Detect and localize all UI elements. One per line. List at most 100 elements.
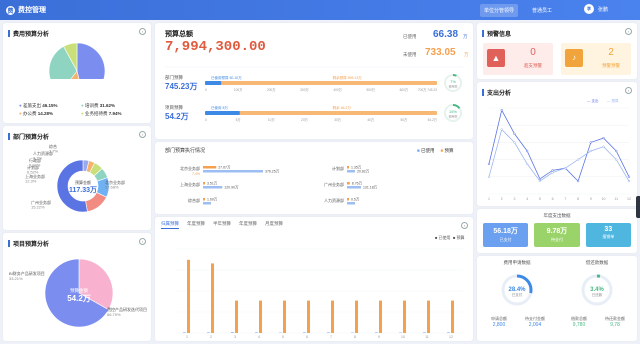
donut-slice-6 xyxy=(56,159,88,213)
stat-card-reports[interactable]: 33 报销单 xyxy=(585,223,631,247)
stat-card-pending[interactable]: 9.78万 待支付 xyxy=(534,223,580,247)
dept-exec-name: 人力资源部 xyxy=(324,197,344,203)
line-point xyxy=(602,136,605,140)
budget-row-tick: 300万 xyxy=(300,88,309,92)
expense-line-chart: — 支出 — 预算1 2 3 4 5 6 7 8 9 10 11 12 xyxy=(487,98,631,201)
side-drawer-handle[interactable] xyxy=(636,196,640,218)
line-point xyxy=(500,109,503,112)
line-legend-budget: — 预算 xyxy=(607,98,619,103)
line-legend-expense: — 支出 xyxy=(587,98,599,103)
budget-row-tick: 10万 xyxy=(268,118,275,122)
annual-expense-panel: 年度支出数据 56.18万 已支付 9.78万 待支付 33 报销单 xyxy=(477,209,637,253)
line-point xyxy=(602,145,605,148)
dept-exec-budget-label: 20.82万 xyxy=(357,170,370,174)
budget-row-tick: 100万 xyxy=(234,88,243,92)
annual-expense-title: 年度支出数据 xyxy=(543,213,571,218)
line-point xyxy=(576,179,580,183)
legend-item: ● 培训费 31.62% xyxy=(81,103,116,108)
x-tick: 3 xyxy=(513,197,515,201)
x-tick: 11 xyxy=(425,335,429,339)
dept-budget-donut: 综合3.7%人力资源部3.7%行政部5.84%计划部6.52%上海业务部12.3… xyxy=(25,143,125,213)
dept-exec-used-bar xyxy=(203,182,205,185)
x-tick: 1 xyxy=(488,197,490,201)
dept-exec-used-bar xyxy=(347,182,350,185)
budget-total-panel: 预算总额 7,994,300.00 已使用 66.38 万 未使用 733.05… xyxy=(155,23,473,139)
ring-label: 已支付 xyxy=(512,292,523,297)
budget-row-tick: 500万 xyxy=(366,88,375,92)
x-tick: 2 xyxy=(501,197,503,201)
bar-budget xyxy=(379,300,382,333)
bar-budget xyxy=(403,300,406,333)
nav-item-leader[interactable]: 单位分管领导 xyxy=(480,3,519,17)
x-tick: 12 xyxy=(627,197,631,201)
warning-card-overrun[interactable]: ▲ 0 超支预警 xyxy=(483,43,553,75)
budget-row-tick: 50万 xyxy=(400,118,407,122)
pie-center-value: 54.2万 xyxy=(67,294,91,303)
x-tick: 4 xyxy=(258,335,260,339)
line-point xyxy=(500,128,503,131)
reimb-right-value: 9,78 xyxy=(610,322,620,328)
x-tick: 2 xyxy=(210,335,212,339)
dept-exec-name: 广州业务部 xyxy=(324,181,344,187)
donut-label-pct: 12.3% xyxy=(25,179,37,184)
budget-row-tick: 5万 xyxy=(236,118,241,122)
dept-exec-budget-bar xyxy=(347,186,361,189)
expense-left-value: 2,800 xyxy=(492,322,506,328)
line-point xyxy=(538,179,542,183)
more-icon[interactable]: › xyxy=(625,28,632,35)
dept-exec-budget-label: 120.90万 xyxy=(224,186,239,190)
line-point xyxy=(513,132,516,135)
budget-row-tick: 0 xyxy=(205,118,207,122)
warning-card-alert[interactable]: ♪ 2 预警预警 xyxy=(561,43,631,75)
line-point xyxy=(589,141,592,144)
monthly-legend-used: ■ 已使用 xyxy=(435,234,451,240)
line-point xyxy=(615,149,618,153)
budget-row-tick: 700万 745.23 xyxy=(418,88,437,92)
x-tick: 7 xyxy=(330,335,332,339)
x-tick: 9 xyxy=(590,197,592,201)
stat-card-paid[interactable]: 56.18万 已支付 xyxy=(483,223,529,247)
dept-exec-panel: 部门预算执行情况 ■ 已使用 ■ 预算 北京业务部 7.4% 27.67万 376.2… xyxy=(155,142,473,214)
line-point xyxy=(526,162,529,166)
bar-budget xyxy=(283,300,286,333)
line-point xyxy=(576,158,580,161)
x-tick: 4 xyxy=(526,197,528,201)
pie-center-label: 预算金额 xyxy=(70,287,88,294)
bar-budget xyxy=(235,300,238,333)
nav-item-staff[interactable]: 普通员工 xyxy=(528,4,556,17)
avatar: 李 xyxy=(584,4,594,14)
dept-exec-bars: 北京业务部7.4%27.67万376.25万计划部 1.35万20.82万上海业务… xyxy=(180,165,378,205)
budget-row-tick: 30万 xyxy=(334,118,341,122)
pie-label-pct: 66.79% xyxy=(107,312,121,317)
budget-row-used-label: 已使用预算 50.10万 xyxy=(211,75,242,80)
x-tick: 10 xyxy=(602,197,606,201)
monthly-bar-chart: ■ 已使用 ■ 预算1 2 3 4 5 6 7 8 9 10 11 12 xyxy=(175,234,465,339)
app-logo[interactable]: 费 费控管理 xyxy=(6,5,46,15)
warning-label: 超支预警 xyxy=(524,63,542,68)
x-tick: 3 xyxy=(234,335,236,339)
line-series-1 xyxy=(488,128,630,182)
x-tick: 8 xyxy=(577,197,579,201)
dept-exec-used-bar xyxy=(347,198,349,201)
bar-budget xyxy=(331,300,334,333)
budget-row-tick: 0 xyxy=(205,88,207,92)
budget-row-ring-pct: 15% xyxy=(449,109,457,114)
budget-row-tick: 54.2万 xyxy=(428,118,437,122)
bar-budget xyxy=(427,300,430,333)
pie-mask xyxy=(43,79,113,101)
line-point xyxy=(526,149,529,153)
annual-expense-cards: 56.18万 已支付 9.78万 待支付 33 报销单 xyxy=(483,223,631,247)
line-point xyxy=(627,179,631,183)
budget-row-used-bar xyxy=(205,111,240,115)
budget-row-remain-bar xyxy=(205,81,437,85)
project-budget-pie: BI财务产品研发项目33.21%费控产品研发迭代项目66.79%预算金额54.2… xyxy=(9,258,147,328)
warnings-panel: 预警信息 › ▲ 0 超支预警 ♪ 2 预警预警 xyxy=(477,23,637,79)
monthly-legend-budget: ■ 预算 xyxy=(453,234,465,240)
x-tick: 6 xyxy=(306,335,308,339)
donut-center-value: 117.33万 xyxy=(69,186,97,194)
x-tick: 5 xyxy=(282,335,284,339)
user-name: 张鹏 xyxy=(598,6,609,13)
user-menu[interactable]: 李 张鹏 xyxy=(584,4,608,14)
line-point xyxy=(564,167,567,170)
warning-label: 预警预警 xyxy=(602,63,620,68)
